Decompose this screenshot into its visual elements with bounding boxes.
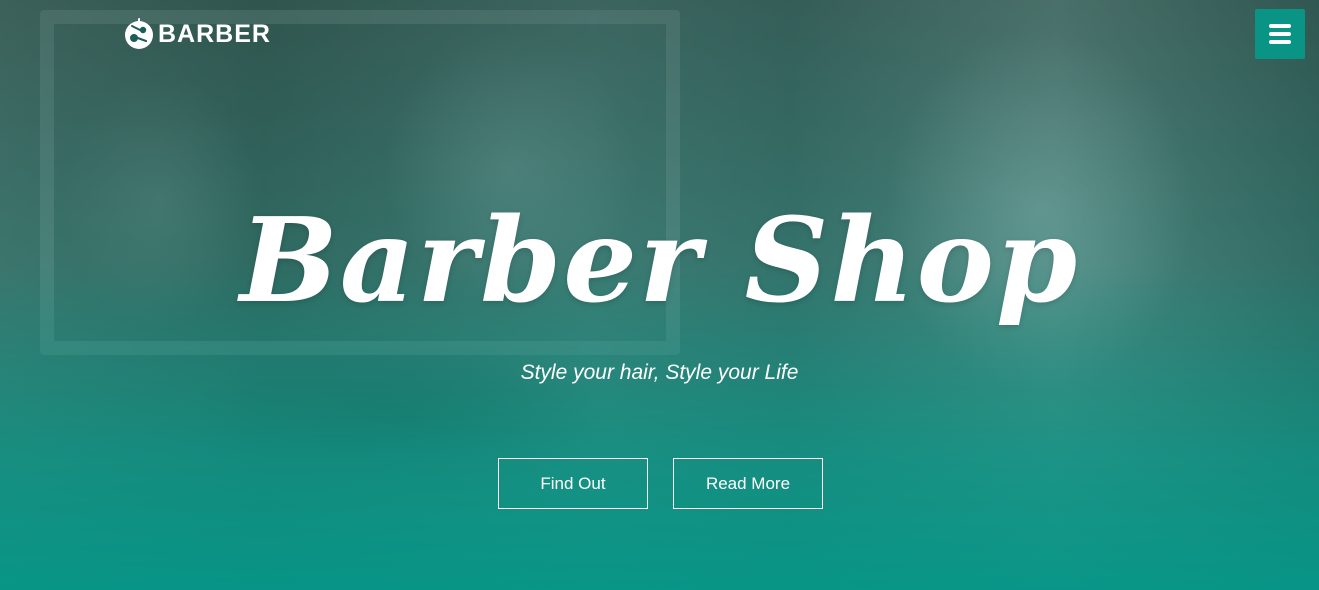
hero-section: BARBER Barber Shop Style your hair, Styl… bbox=[0, 0, 1319, 590]
brand-logo[interactable]: BARBER bbox=[122, 16, 271, 52]
find-out-button[interactable]: Find Out bbox=[498, 458, 648, 509]
brand-name: BARBER bbox=[158, 19, 271, 48]
hamburger-menu-icon bbox=[1269, 24, 1291, 44]
barber-scissors-logo-icon bbox=[125, 18, 153, 49]
read-more-button[interactable]: Read More bbox=[673, 458, 823, 509]
hero-title: Barber Shop bbox=[239, 193, 1080, 329]
menu-button[interactable] bbox=[1255, 9, 1305, 59]
hero-subtitle: Style your hair, Style your Life bbox=[520, 361, 799, 384]
